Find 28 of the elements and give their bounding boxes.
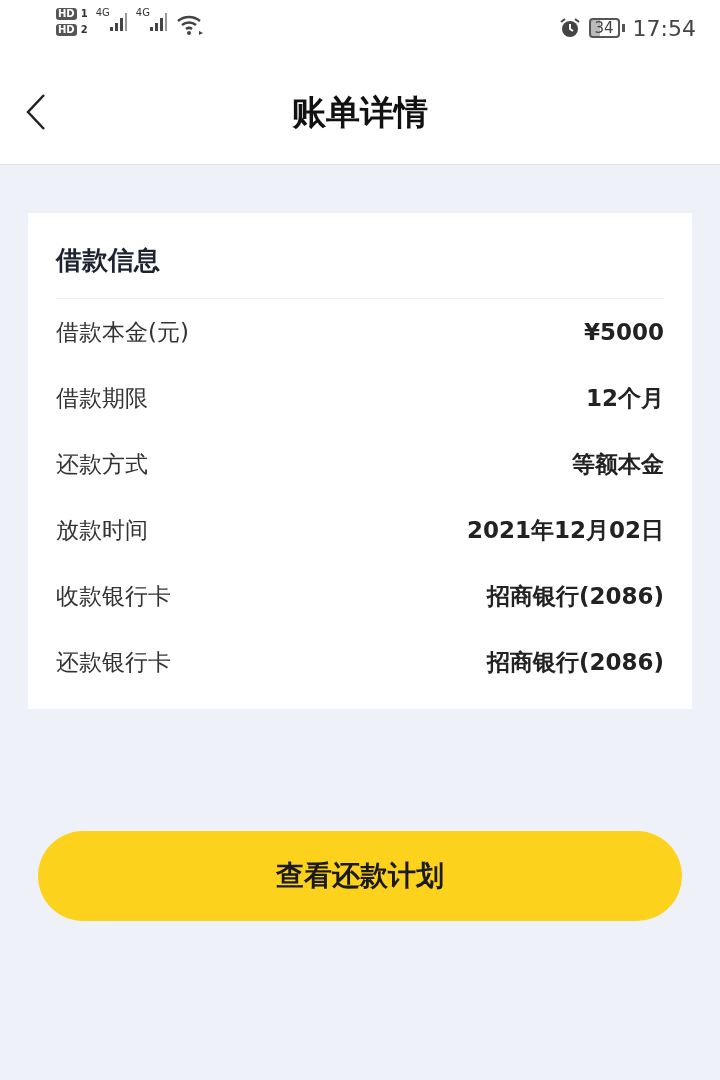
field-label: 借款本金(元): [56, 317, 189, 347]
field-value: 2021年12月02日: [466, 515, 664, 545]
network-type: 4G: [135, 8, 150, 18]
sim-slot: 1: [80, 8, 88, 20]
field-value: 12个月: [586, 383, 664, 413]
field-value: 招商银行(2086): [486, 581, 664, 611]
page-title: 账单详情: [292, 90, 428, 134]
hd-badge: HD: [56, 8, 77, 20]
field-label: 收款银行卡: [56, 581, 171, 611]
signal-icon: [109, 12, 128, 32]
repayment-plan-button[interactable]: 查看还款计划: [38, 831, 682, 921]
battery-indicator: 34: [588, 18, 620, 38]
wifi-icon: [175, 14, 204, 36]
card-title: 借款信息: [56, 213, 664, 299]
sim-slot: 2: [80, 24, 88, 36]
alarm-icon: [558, 17, 581, 39]
status-time: 17:54: [632, 14, 696, 43]
signal-icon: [149, 12, 168, 32]
field-value: 招商银行(2086): [486, 647, 664, 677]
field-label: 还款方式: [56, 449, 148, 479]
field-label: 放款时间: [56, 515, 148, 545]
back-icon[interactable]: [24, 92, 48, 132]
field-label: 借款期限: [56, 383, 148, 413]
hd-badge: HD: [56, 24, 77, 36]
field-value: ¥5000: [583, 317, 664, 347]
field-value: 等额本金: [572, 449, 664, 479]
field-label: 还款银行卡: [56, 647, 171, 677]
network-type: 4G: [95, 8, 110, 18]
